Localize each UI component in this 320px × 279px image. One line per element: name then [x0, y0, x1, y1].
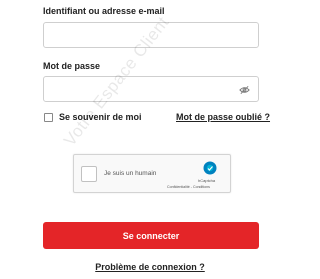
identifier-field[interactable] — [43, 22, 259, 48]
captcha-label: Je suis un humain — [104, 170, 157, 177]
identifier-label: Identifiant ou adresse e-mail — [43, 6, 165, 16]
password-input[interactable] — [44, 77, 258, 101]
password-label: Mot de passe — [43, 61, 101, 71]
forgot-password-link[interactable]: Mot de passe oublié ? — [176, 112, 270, 122]
hcaptcha-logo-icon — [203, 161, 217, 175]
identifier-input[interactable] — [44, 23, 258, 47]
remember-label: Se souvenir de moi — [59, 112, 142, 122]
captcha-checkbox[interactable] — [81, 166, 97, 182]
eye-off-icon[interactable] — [239, 85, 250, 95]
captcha-brand: hCaptcha — [198, 178, 216, 183]
password-field[interactable] — [43, 76, 259, 102]
remember-checkbox[interactable] — [44, 112, 53, 122]
login-trouble-link[interactable]: Problème de connexion ? — [0, 262, 300, 272]
remember-me[interactable]: Se souvenir de moi — [44, 112, 142, 122]
captcha-widget: Je suis un humain hCaptcha Confidentiali… — [73, 154, 231, 193]
login-button[interactable]: Se connecter — [43, 222, 259, 249]
captcha-links[interactable]: Confidentialité - Conditions — [167, 185, 210, 189]
